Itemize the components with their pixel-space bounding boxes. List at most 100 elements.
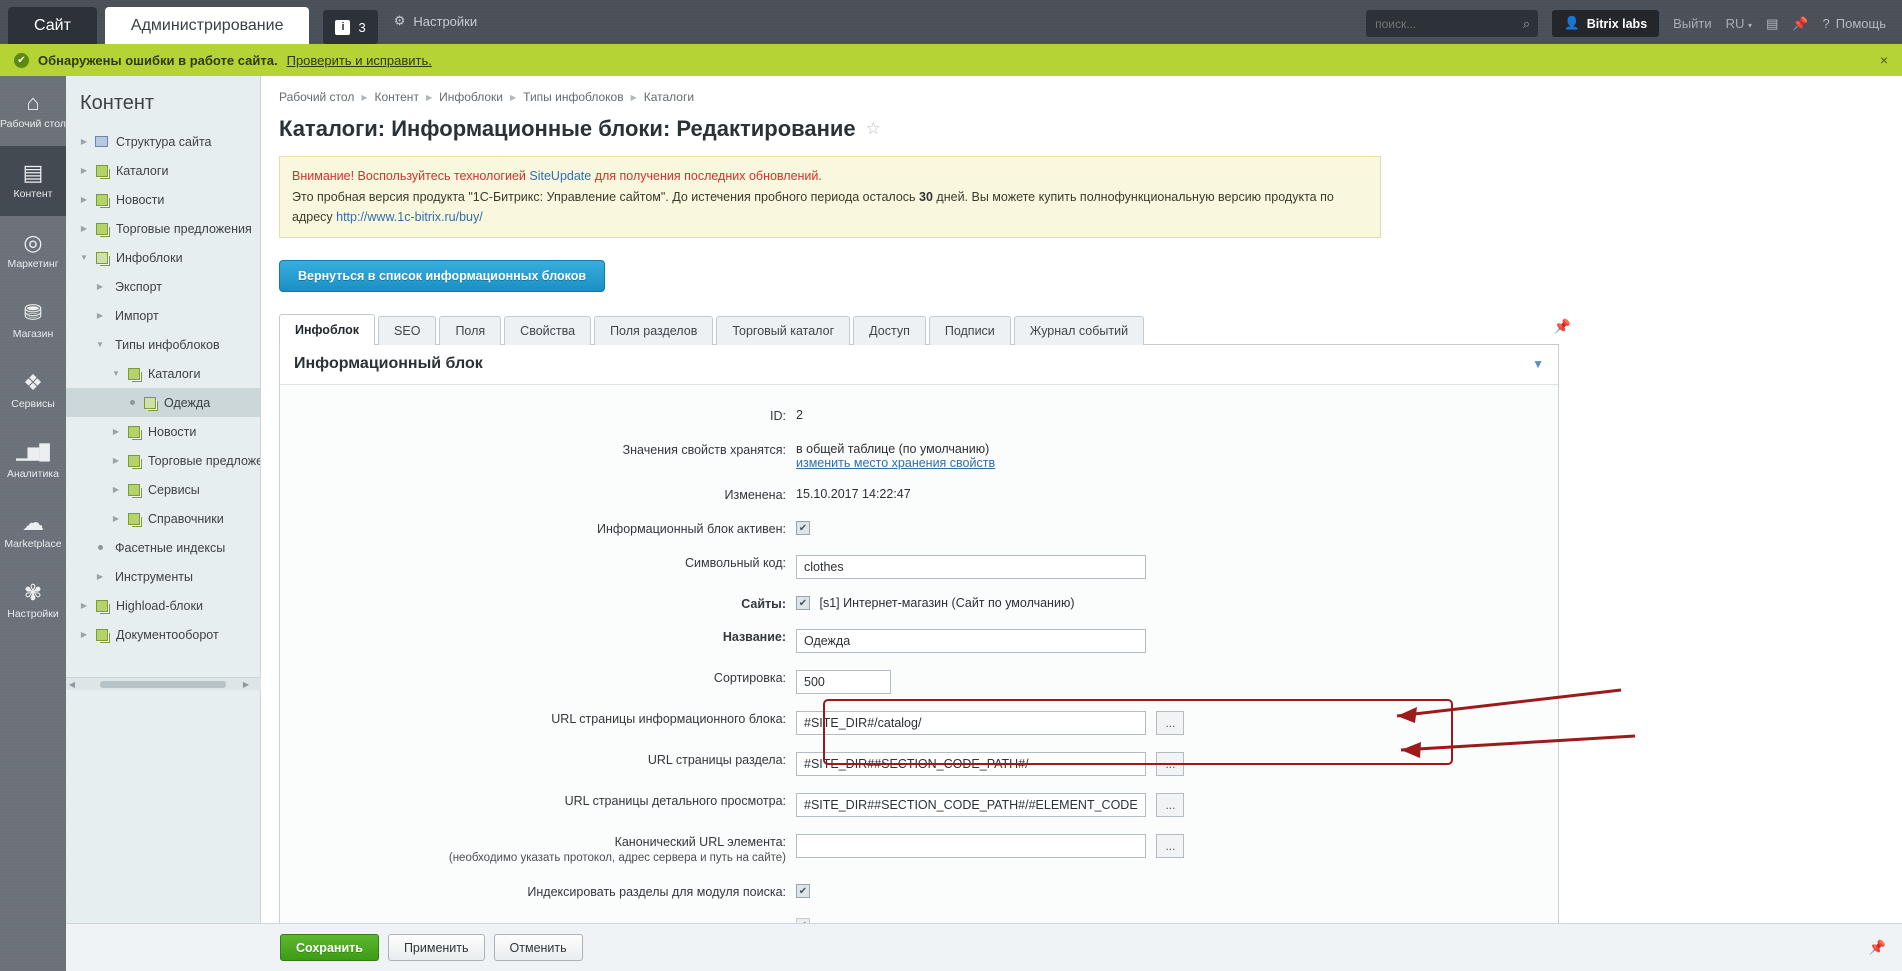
url-section-browse-button[interactable]: ...: [1156, 752, 1185, 777]
active-checkbox[interactable]: ✔: [796, 521, 810, 536]
rail-item-settings[interactable]: ✾ Настройки: [0, 566, 66, 636]
logout-link[interactable]: Выйти: [1673, 16, 1712, 31]
rail-item-analytics[interactable]: ▁▆█ Аналитика: [0, 426, 66, 496]
pin-icon[interactable]: 📌: [1554, 318, 1571, 335]
breadcrumb-item[interactable]: Типы инфоблоков: [523, 90, 623, 104]
tree-item-новости[interactable]: ▶ Новости: [66, 185, 260, 214]
name-input[interactable]: [796, 629, 1146, 654]
row-code: Символьный код:: [280, 552, 1558, 579]
cancel-button[interactable]: Отменить: [493, 934, 583, 961]
code-input[interactable]: [796, 554, 1146, 579]
tree-item-одежда[interactable]: Одежда: [66, 388, 260, 417]
sites-checkbox[interactable]: ✔: [796, 596, 810, 611]
chevron-right-icon[interactable]: ▶: [76, 601, 92, 610]
settings-link[interactable]: ⚙ Настройки: [394, 7, 477, 44]
pin-icon[interactable]: 📌: [1792, 16, 1808, 32]
tab-поля-разделов[interactable]: Поля разделов: [594, 315, 714, 345]
favorite-star-icon[interactable]: ☆: [866, 119, 881, 139]
tab-свойства[interactable]: Свойства: [504, 315, 592, 345]
help-link[interactable]: ? Помощь: [1823, 16, 1886, 31]
sort-input[interactable]: [796, 670, 891, 695]
scroll-thumb[interactable]: [100, 680, 226, 688]
rail-item-marketing[interactable]: ◎ Маркетинг: [0, 216, 66, 286]
tree-item-справочники[interactable]: ▶ Справочники: [66, 504, 260, 533]
siteupdate-link[interactable]: SiteUpdate: [529, 169, 591, 183]
tab-seo[interactable]: SEO: [378, 315, 437, 345]
tree-item-типы-инфоблоков[interactable]: ▼ Типы инфоблоков: [66, 330, 260, 359]
tab-доступ[interactable]: Доступ: [853, 315, 926, 345]
canonical-browse-button[interactable]: ...: [1156, 834, 1185, 859]
url-detail-input[interactable]: [796, 793, 1146, 818]
chevron-right-icon[interactable]: ▶: [92, 311, 108, 320]
search-box[interactable]: ⌕: [1366, 10, 1539, 37]
chevron-down-icon[interactable]: ▼: [108, 369, 124, 378]
chevron-down-icon[interactable]: ▼: [1532, 357, 1544, 371]
tree-item-новости[interactable]: ▶ Новости: [66, 417, 260, 446]
tree-item-сервисы[interactable]: ▶ Сервисы: [66, 475, 260, 504]
tab-подписи[interactable]: Подписи: [928, 315, 1011, 345]
chevron-down-icon[interactable]: ▼: [92, 340, 108, 349]
chevron-right-icon[interactable]: ▶: [108, 456, 124, 465]
tab-торговый-каталог[interactable]: Торговый каталог: [716, 315, 851, 345]
rail-item-desktop[interactable]: ⌂ Рабочий стол: [0, 76, 66, 146]
breadcrumb-item[interactable]: Контент: [374, 90, 418, 104]
tree-item-торговые-предложе[interactable]: ▶ Торговые предложе: [66, 446, 260, 475]
tree-item-каталоги[interactable]: ▼ Каталоги: [66, 359, 260, 388]
tree-item-импорт[interactable]: ▶ Импорт: [66, 301, 260, 330]
back-to-list-button[interactable]: Вернуться в список информационных блоков: [279, 259, 606, 292]
chevron-right-icon[interactable]: ▶: [108, 514, 124, 523]
scroll-left-icon[interactable]: ◀: [66, 680, 78, 689]
tree-item-инфоблоки[interactable]: ▼ Инфоблоки: [66, 243, 260, 272]
chevron-right-icon[interactable]: ▶: [76, 195, 92, 204]
rail-item-shop[interactable]: ⛃ Магазин: [0, 286, 66, 356]
tree-item-highload-блоки[interactable]: ▶ Highload-блоки: [66, 591, 260, 620]
rail-item-marketplace[interactable]: ☁ Marketplace: [0, 496, 66, 566]
tab-administration[interactable]: Администрирование: [104, 7, 310, 44]
tree-item-фасетные-индексы[interactable]: Фасетные индексы: [66, 533, 260, 562]
url-section-input[interactable]: [796, 752, 1146, 777]
url-block-input[interactable]: [796, 711, 1146, 736]
chevron-right-icon[interactable]: ▶: [92, 282, 108, 291]
chevron-right-icon[interactable]: ▶: [76, 224, 92, 233]
tree-item-торговые-предложения[interactable]: ▶ Торговые предложения: [66, 214, 260, 243]
tree-item-структура-сайта[interactable]: ▶ Структура сайта: [66, 127, 260, 156]
chevron-right-icon[interactable]: ▶: [76, 166, 92, 175]
search-input[interactable]: [1375, 16, 1516, 31]
breadcrumb-item[interactable]: Инфоблоки: [439, 90, 503, 104]
apply-button[interactable]: Применить: [387, 934, 485, 961]
rail-item-services[interactable]: ❖ Сервисы: [0, 356, 66, 426]
user-menu[interactable]: 👤 Bitrix labs: [1552, 10, 1660, 37]
tree-item-экспорт[interactable]: ▶ Экспорт: [66, 272, 260, 301]
tab-инфоблок[interactable]: Инфоблок: [279, 313, 376, 345]
notifications-badge[interactable]: i 3: [323, 10, 378, 44]
tab-site[interactable]: Сайт: [8, 7, 97, 44]
breadcrumb-item[interactable]: Рабочий стол: [279, 90, 354, 104]
change-storage-link[interactable]: изменить место хранения свойств: [796, 456, 995, 470]
save-button[interactable]: Сохранить: [280, 934, 379, 961]
rail-item-content[interactable]: ▤ Контент: [0, 146, 66, 216]
alert-fix-link[interactable]: Проверить и исправить.: [287, 53, 432, 68]
tab-журнал-событий[interactable]: Журнал событий: [1013, 315, 1145, 345]
chevron-right-icon[interactable]: ▶: [76, 137, 92, 146]
chevron-right-icon[interactable]: ▶: [76, 630, 92, 639]
breadcrumb-item[interactable]: Каталоги: [644, 90, 694, 104]
scroll-right-icon[interactable]: ▶: [240, 680, 252, 689]
chevron-down-icon[interactable]: ▼: [76, 253, 92, 262]
calculator-icon[interactable]: ▤: [1766, 16, 1778, 32]
tab-поля[interactable]: Поля: [439, 315, 502, 345]
url-detail-browse-button[interactable]: ...: [1156, 793, 1185, 818]
index-sections-checkbox[interactable]: ✔: [796, 884, 810, 899]
buy-link[interactable]: http://www.1c-bitrix.ru/buy/: [336, 210, 483, 224]
tree-item-каталоги[interactable]: ▶ Каталоги: [66, 156, 260, 185]
chevron-right-icon[interactable]: ▶: [92, 572, 108, 581]
chevron-right-icon[interactable]: ▶: [108, 427, 124, 436]
tree-item-документооборот[interactable]: ▶ Документооборот: [66, 620, 260, 649]
pin-icon[interactable]: 📌: [1869, 939, 1886, 956]
chevron-right-icon[interactable]: ▶: [108, 485, 124, 494]
canonical-input[interactable]: [796, 834, 1146, 859]
url-block-browse-button[interactable]: ...: [1156, 711, 1185, 736]
tree-horizontal-scrollbar[interactable]: ◀ ▶: [66, 677, 261, 690]
tree-item-инструменты[interactable]: ▶ Инструменты: [66, 562, 260, 591]
language-selector[interactable]: RU ▾: [1726, 16, 1752, 31]
alert-close-icon[interactable]: ×: [1880, 52, 1888, 68]
